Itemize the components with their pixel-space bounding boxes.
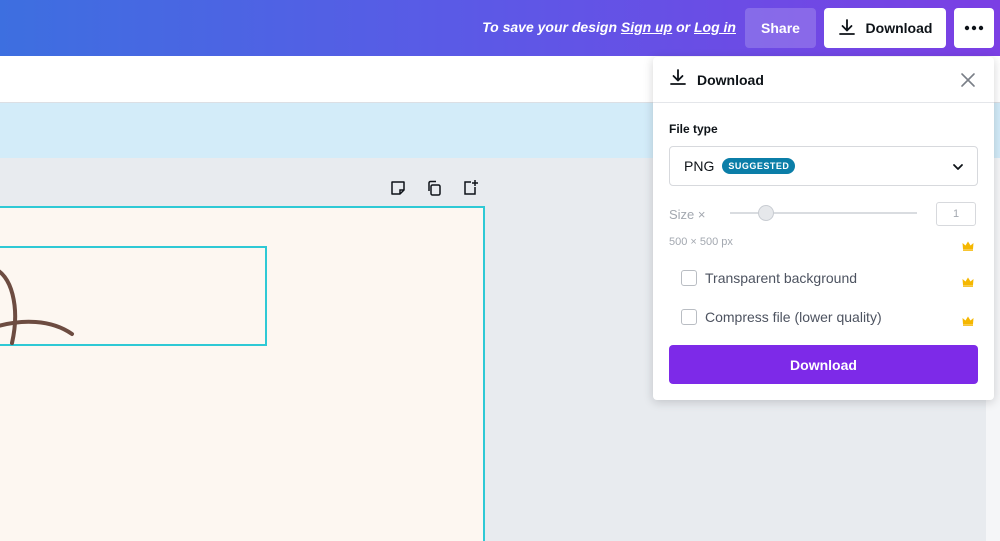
download-button[interactable]: Download	[669, 345, 978, 384]
download-panel-title: Download	[697, 71, 764, 88]
suggested-badge: SUGGESTED	[722, 158, 796, 174]
sign-up-link[interactable]: Sign up	[621, 19, 672, 35]
download-icon	[838, 18, 856, 39]
save-design-message: To save your design Sign up or Log in	[482, 19, 736, 35]
header-download-button[interactable]: Download	[824, 8, 946, 48]
size-slider-thumb[interactable]	[758, 205, 774, 221]
download-panel-header: Download	[653, 57, 994, 103]
flower-illustration	[0, 269, 74, 345]
log-in-link[interactable]: Log in	[694, 19, 736, 35]
close-icon[interactable]	[960, 72, 976, 88]
compress-file-checkbox[interactable]	[681, 309, 697, 325]
crown-icon	[962, 274, 974, 287]
compress-file-label: Compress file (lower quality)	[705, 309, 882, 325]
share-button[interactable]: Share	[745, 8, 816, 48]
duplicate-icon[interactable]	[424, 178, 444, 198]
add-page-icon[interactable]	[460, 178, 480, 198]
size-label: Size ×	[669, 207, 706, 222]
size-input[interactable]: 1	[936, 202, 976, 226]
dimensions-text: 500 × 500 px	[669, 236, 733, 248]
download-panel: Download File type PNG SUGGESTED Size × …	[653, 57, 994, 400]
download-icon	[669, 68, 687, 91]
file-type-select[interactable]: PNG SUGGESTED	[669, 146, 978, 186]
download-button-label: Download	[790, 356, 857, 373]
page-actions	[388, 178, 480, 198]
file-type-label: File type	[669, 122, 718, 136]
more-options-button[interactable]	[954, 8, 994, 48]
save-prefix-text: To save your design	[482, 19, 621, 35]
header-download-label: Download	[865, 20, 933, 36]
more-dots-icon	[964, 25, 984, 31]
transparent-background-label: Transparent background	[705, 270, 858, 286]
note-icon[interactable]	[388, 178, 408, 198]
compress-file-option[interactable]: Compress file (lower quality)	[681, 309, 882, 325]
transparent-background-option[interactable]: Transparent background	[681, 270, 857, 286]
file-type-value: PNG	[684, 158, 715, 174]
crown-icon	[962, 313, 974, 326]
share-button-label: Share	[761, 20, 800, 36]
selected-element-frame[interactable]	[0, 246, 267, 346]
or-text: or	[672, 19, 694, 35]
transparent-background-checkbox[interactable]	[681, 270, 697, 286]
top-header: To save your design Sign up or Log in Sh…	[0, 0, 1000, 56]
crown-icon	[962, 238, 974, 251]
chevron-down-icon	[951, 160, 965, 179]
